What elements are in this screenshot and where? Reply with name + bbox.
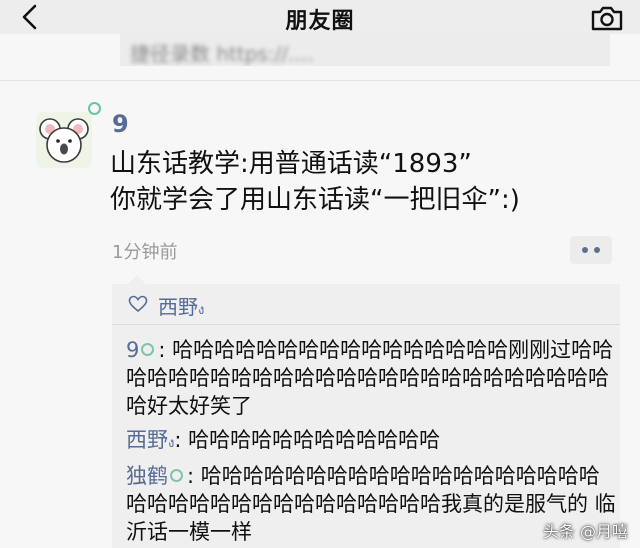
avatar[interactable] [36, 112, 92, 168]
post-line: 山东话教学:用普通话读“1893” [110, 149, 472, 179]
heart-icon [128, 295, 148, 313]
comments-divider [112, 324, 620, 325]
koala-avatar-icon [39, 118, 89, 163]
post-separator [0, 80, 640, 81]
comment-text: : 哈哈哈哈哈哈哈哈哈哈哈哈哈哈哈哈刚刚过哈哈哈哈哈哈哈哈哈哈哈哈哈哈哈哈哈哈哈… [126, 338, 614, 418]
watermark: 头条 @月嘻 [542, 522, 628, 541]
comment-author[interactable]: 9 [126, 338, 139, 362]
post-author[interactable]: 9 [112, 110, 129, 138]
status-ring-icon [141, 343, 155, 356]
top-bar: 朋友圈 [0, 0, 640, 34]
more-button[interactable] [570, 236, 612, 264]
post-line: 你就学会了用山东话读“一把旧伞”:) [110, 185, 520, 215]
page-title: 朋友圈 [285, 9, 355, 34]
post-content: 山东话教学:用普通话读“1893” 你就学会了用山东话读“一把旧伞”:) [110, 146, 620, 218]
status-ring-icon [88, 102, 101, 115]
comment[interactable]: 西野ง: 哈哈哈哈哈哈哈哈哈哈哈哈 [126, 426, 616, 458]
comment[interactable]: 9: 哈哈哈哈哈哈哈哈哈哈哈哈哈哈哈哈刚刚过哈哈哈哈哈哈哈哈哈哈哈哈哈哈哈哈哈哈… [126, 336, 616, 420]
status-ring-icon [170, 469, 183, 482]
comments-panel: 西野ง 9: 哈哈哈哈哈哈哈哈哈哈哈哈哈哈哈哈刚刚过哈哈哈哈哈哈哈哈哈哈哈哈哈哈… [112, 275, 620, 548]
previous-post-link-text: 捷径录数 https://.... [130, 42, 314, 66]
post-time: 1分钟前 [112, 242, 178, 263]
comment-author[interactable]: 西野ง [126, 428, 174, 452]
liker-name[interactable]: 西野ง [158, 291, 204, 320]
more-icon-dot [594, 247, 600, 253]
more-icon-dot [582, 247, 588, 253]
previous-post-link-card[interactable]: 捷径录数 https://.... [120, 34, 610, 66]
comment-text: : 哈哈哈哈哈哈哈哈哈哈哈哈 [174, 428, 441, 452]
comment-author[interactable]: 独鹤 [126, 464, 168, 488]
camera-icon[interactable] [590, 4, 624, 32]
